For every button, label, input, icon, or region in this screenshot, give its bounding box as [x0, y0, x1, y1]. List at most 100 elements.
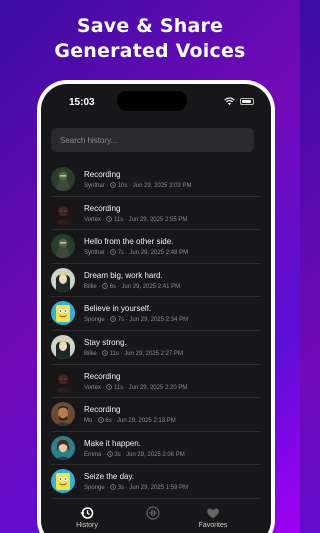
- voice-wave-icon: [146, 506, 160, 520]
- history-row-title: Recording: [84, 203, 121, 213]
- history-row-voice: Mo: [84, 418, 93, 425]
- history-row[interactable]: Recording Mo · 6s · Jun 29, 2025 2:13 PM: [51, 398, 261, 432]
- history-row-date: Jun 29, 2025 2:48 PM: [129, 250, 189, 257]
- history-row[interactable]: Dream big, work hard. Billie · 6s · Jun 2…: [51, 264, 261, 298]
- history-row-duration: 11s: [114, 216, 124, 223]
- sponge-avatar: [51, 301, 75, 326]
- promo-line-1: Save & Share: [76, 15, 224, 37]
- history-row-meta: Vortex · 11s · Jun 29, 2025 2:20 PM: [84, 383, 188, 391]
- history-row-date: Jun 29, 2025 3:03 PM: [132, 183, 192, 189]
- clock-icon: [102, 283, 108, 289]
- history-row-duration: 6s: [105, 418, 112, 425]
- status-bar: 15:03: [41, 84, 271, 120]
- history-row-duration: 7s: [117, 250, 125, 257]
- history-row-title: Recording: [84, 405, 121, 415]
- history-row-duration: 6s: [109, 283, 117, 290]
- clock-icon: [106, 215, 113, 222]
- tab-history-label: History: [76, 522, 98, 529]
- history-row-meta: Sponge · 7s · Jun 29, 2025 2:34 PM: [84, 316, 189, 324]
- history-row-date: Jun 29, 2025 2:34 PM: [129, 317, 189, 324]
- history-row-date: Jun 29, 2025 2:06 PM: [126, 451, 185, 458]
- man-avatar: [51, 402, 75, 427]
- history-row-meta: Billie · 6s · Jun 29, 2025 2:41 PM: [84, 283, 181, 290]
- dynamic-island: [117, 91, 187, 111]
- history-icon: [80, 507, 94, 519]
- history-row-title: Recording: [84, 371, 121, 381]
- history-row-voice: Sponge: [84, 485, 105, 492]
- dark-figure-avatar: [51, 368, 75, 393]
- history-row[interactable]: Recording Vortex · 11s · Jun 29, 2025 2:2…: [51, 365, 261, 399]
- bottom-tab-bar: History Favorites: [41, 500, 271, 533]
- history-row-voice: Synthar: [84, 250, 105, 257]
- history-row-duration: 11s: [114, 384, 124, 391]
- history-row-meta: Synthar · 10s · Jun 29, 2025 3:03 PM: [84, 182, 192, 189]
- tab-history[interactable]: History: [57, 506, 117, 529]
- clock-icon: [106, 450, 113, 457]
- history-row-voice: Sponge: [84, 317, 105, 324]
- clock-icon: [106, 383, 113, 390]
- blonde-avatar: [51, 267, 75, 292]
- history-row-date: Jun 29, 2025 2:13 PM: [117, 418, 176, 425]
- app-screen: 15:03 Recording Synthar · 10s · Jun 29, 2…: [41, 84, 271, 533]
- clock-icon: [110, 316, 116, 323]
- wifi-icon: [224, 97, 235, 106]
- history-row-voice: Vortex: [84, 216, 102, 223]
- robot-avatar: [51, 234, 75, 259]
- history-row[interactable]: Believe in yourself. Sponge · 7s · Jun 29…: [51, 297, 261, 331]
- battery-icon: [240, 98, 254, 105]
- history-row-meta: Mo · 6s · Jun 29, 2025 2:13 PM: [84, 417, 176, 425]
- history-row-voice: Vortex: [84, 384, 102, 391]
- promo-line-2: Generated Voices: [54, 40, 246, 62]
- history-row-meta: Sponge · 3s · Jun 29, 2025 1:59 PM: [84, 484, 189, 492]
- history-row-voice: Billie: [84, 350, 97, 357]
- robot-avatar: [51, 167, 75, 191]
- history-row[interactable]: Recording Vortex · 11s · Jun 29, 2025 2:5…: [51, 197, 261, 231]
- history-row-title: Stay strong.: [84, 337, 127, 347]
- history-row-meta: Billie · 11s · Jun 29, 2025 2:27 PM: [84, 350, 183, 357]
- search-history-input[interactable]: [51, 128, 254, 152]
- history-row-duration: 7s: [117, 317, 125, 324]
- heart-icon: [207, 508, 219, 519]
- history-row-title: Believe in yourself.: [84, 304, 152, 314]
- tab-favorites-label: Favorites: [198, 522, 228, 529]
- history-row-title: Recording: [84, 170, 121, 179]
- history-row[interactable]: Seize the day. Sponge · 3s · Jun 29, 2025…: [51, 465, 261, 499]
- history-row-date: Jun 29, 2025 2:41 PM: [121, 283, 181, 290]
- clock-icon: [110, 182, 116, 188]
- status-time: 15:03: [69, 97, 95, 108]
- history-row[interactable]: Make it happen. Emma · 3s · Jun 29, 2025 …: [51, 432, 261, 466]
- history-row-title: Hello from the other side.: [84, 237, 174, 247]
- history-row-date: Jun 29, 2025 1:59 PM: [129, 485, 189, 492]
- history-row-meta: Synthar · 7s · Jun 29, 2025 2:48 PM: [84, 249, 189, 257]
- history-row-duration: 3s: [117, 485, 125, 492]
- history-row-duration: 11s: [109, 350, 119, 357]
- history-row-duration: 3s: [114, 451, 121, 458]
- blonde-avatar: [51, 334, 75, 359]
- history-row-meta: Emma · 3s · Jun 29, 2025 2:06 PM: [84, 450, 185, 458]
- sponge-avatar: [51, 469, 75, 494]
- dark-figure-avatar: [51, 200, 75, 225]
- history-list: Recording Synthar · 10s · Jun 29, 2025 3:…: [41, 163, 271, 533]
- history-row[interactable]: Recording Synthar · 10s · Jun 29, 2025 3:…: [51, 163, 261, 197]
- phone-frame: 15:03 Recording Synthar · 10s · Jun 29, 2…: [37, 80, 275, 533]
- woman-avatar: [51, 435, 75, 460]
- history-row-duration: 10s: [117, 183, 128, 189]
- clock-icon: [110, 484, 116, 491]
- history-row-voice: Synthar: [84, 183, 105, 189]
- history-row-voice: Emma: [84, 451, 102, 458]
- history-row-title: Make it happen.: [84, 438, 141, 448]
- history-row[interactable]: Stay strong. Billie · 11s · Jun 29, 2025 …: [51, 331, 261, 365]
- history-row-date: Jun 29, 2025 2:55 PM: [128, 216, 188, 223]
- history-row-date: Jun 29, 2025 2:27 PM: [124, 350, 183, 357]
- tab-voices[interactable]: [123, 506, 183, 522]
- clock-icon: [97, 417, 104, 423]
- promo-headline: Save & Share Generated Voices: [0, 14, 300, 64]
- history-row-title: Dream big, work hard.: [84, 270, 163, 280]
- history-row[interactable]: Hello from the other side. Synthar · 7s ·…: [51, 230, 261, 264]
- clock-icon: [102, 350, 108, 356]
- clock-icon: [110, 249, 116, 255]
- history-row-title: Seize the day.: [84, 472, 135, 482]
- tab-favorites[interactable]: Favorites: [183, 506, 243, 529]
- history-row-voice: Billie: [84, 283, 97, 290]
- history-row-date: Jun 29, 2025 2:20 PM: [128, 384, 188, 391]
